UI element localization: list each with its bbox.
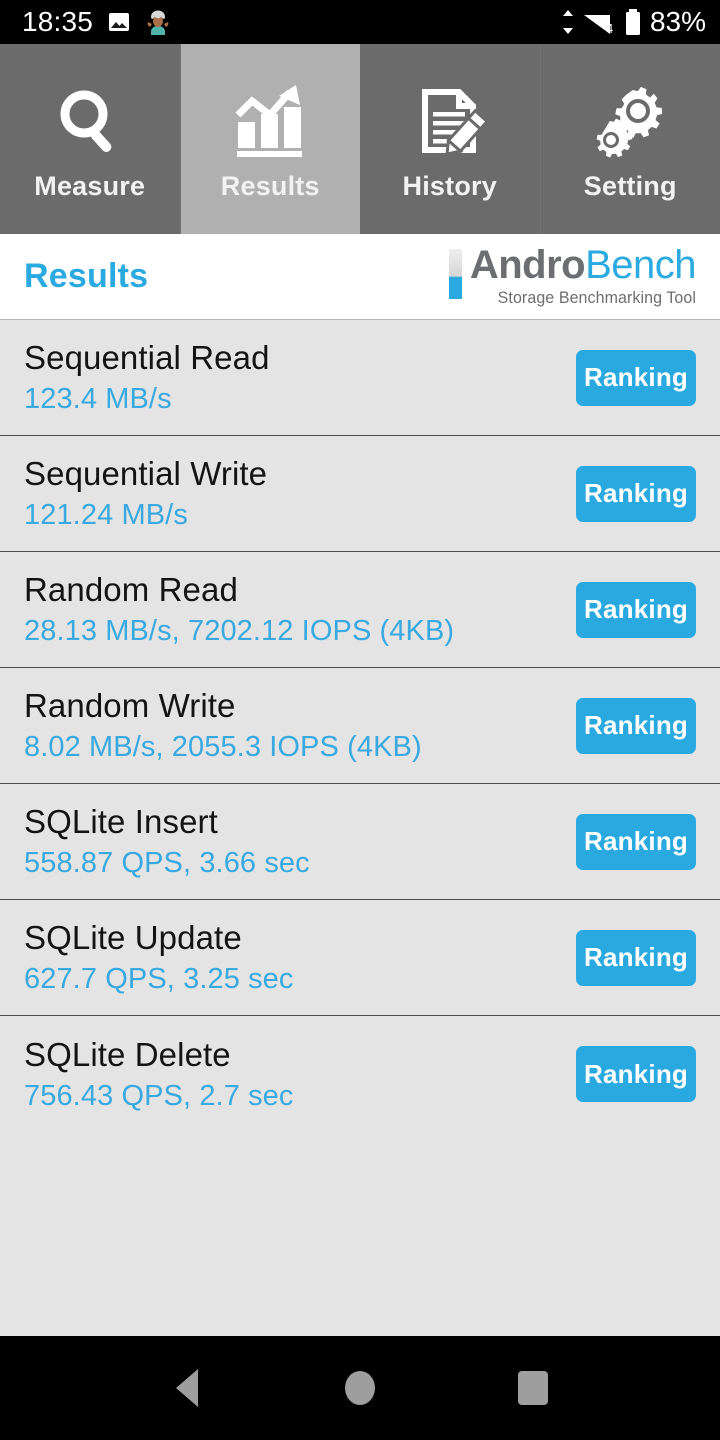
- tab-setting-label: Setting: [583, 170, 677, 201]
- result-title: Sequential Write: [24, 455, 268, 492]
- logo-tagline: Storage Benchmarking Tool: [497, 288, 696, 307]
- row-texts: Sequential Write 121.24 MB/s: [24, 455, 267, 532]
- row-texts: SQLite Update 627.7 QPS, 3.25 sec: [24, 919, 294, 996]
- tab-bar: Measure Results History Setting: [0, 44, 720, 234]
- row-texts: Random Write 8.02 MB/s, 2055.3 IOPS (4KB…: [24, 687, 422, 764]
- logo-accent-bar: [448, 249, 462, 299]
- image-icon: [107, 10, 131, 34]
- table-row[interactable]: SQLite Delete 756.43 QPS, 2.7 sec Rankin…: [0, 1016, 720, 1132]
- phone-screen: 18:35 4 83% Measure Results History Sett…: [0, 0, 720, 1440]
- row-texts: Sequential Read 123.4 MB/s: [24, 339, 270, 416]
- bar-chart-arrow-icon: [230, 77, 310, 165]
- androbench-logo: AndroBench Storage Benchmarking Tool: [448, 243, 697, 308]
- result-title: SQLite Delete: [24, 1035, 231, 1073]
- ranking-button[interactable]: Ranking: [576, 697, 696, 754]
- logo-wordmark: AndroBench: [469, 243, 697, 287]
- result-value: 627.7 QPS, 3.25 sec: [24, 963, 294, 995]
- android-nav-bar: [0, 1336, 720, 1440]
- ranking-button[interactable]: Ranking: [576, 349, 696, 406]
- home-icon[interactable]: [320, 1348, 400, 1428]
- result-value: 756.43 QPS, 2.7 sec: [24, 1079, 294, 1112]
- row-texts: Random Read 28.13 MB/s, 7202.12 IOPS (4K…: [24, 571, 454, 648]
- tab-setting[interactable]: Setting: [540, 44, 720, 234]
- logo-secondary: Bench: [585, 243, 696, 287]
- signal-wifi-4-icon: 4: [583, 9, 617, 35]
- row-texts: SQLite Insert 558.87 QPS, 3.66 sec: [24, 803, 310, 880]
- status-clock: 18:35: [22, 6, 94, 37]
- table-row[interactable]: SQLite Insert 558.87 QPS, 3.66 sec Ranki…: [0, 784, 720, 900]
- ranking-button[interactable]: Ranking: [576, 929, 696, 986]
- table-row[interactable]: SQLite Update 627.7 QPS, 3.25 sec Rankin…: [0, 900, 720, 1016]
- ranking-button[interactable]: Ranking: [576, 581, 696, 638]
- ranking-button[interactable]: Ranking: [576, 1046, 696, 1102]
- tab-measure-label: Measure: [34, 170, 146, 201]
- ranking-button[interactable]: Ranking: [576, 813, 696, 870]
- document-pencil-icon: [411, 77, 489, 165]
- result-title: Random Write: [24, 687, 236, 724]
- result-value: 8.02 MB/s, 2055.3 IOPS (4KB): [24, 731, 422, 763]
- logo-text: AndroBench Storage Benchmarking Tool: [469, 243, 697, 308]
- page-header: Results AndroBench Storage Benchmarking …: [0, 234, 720, 320]
- tab-results-label: Results: [220, 170, 320, 201]
- status-bar-left: 18:35: [22, 6, 171, 38]
- page-title: Results: [24, 257, 149, 295]
- ranking-button[interactable]: Ranking: [576, 465, 696, 522]
- signal-level-label: 4: [606, 21, 613, 35]
- row-texts: SQLite Delete 756.43 QPS, 2.7 sec: [24, 1036, 294, 1113]
- table-row[interactable]: Random Write 8.02 MB/s, 2055.3 IOPS (4KB…: [0, 668, 720, 784]
- magnifier-icon: [52, 77, 128, 165]
- result-value: 121.24 MB/s: [24, 499, 188, 531]
- back-icon[interactable]: [147, 1348, 227, 1428]
- battery-percent-label: 83%: [649, 6, 706, 37]
- logo-primary: Andro: [469, 243, 586, 287]
- result-title: Random Read: [24, 571, 238, 608]
- tab-history[interactable]: History: [360, 44, 541, 234]
- status-bar-right: 4 83%: [560, 6, 706, 38]
- table-row[interactable]: Sequential Write 121.24 MB/s Ranking: [0, 436, 720, 552]
- tab-history-label: History: [402, 170, 497, 201]
- result-value: 558.87 QPS, 3.66 sec: [24, 847, 310, 879]
- status-bar: 18:35 4 83%: [0, 0, 720, 44]
- result-title: Sequential Read: [24, 339, 270, 376]
- result-value: 28.13 MB/s, 7202.12 IOPS (4KB): [24, 615, 455, 647]
- battery-icon: [624, 8, 642, 36]
- gears-icon: [590, 77, 670, 165]
- result-title: SQLite Insert: [24, 803, 218, 840]
- tab-results[interactable]: Results: [180, 44, 360, 234]
- data-transfer-icon: [560, 9, 576, 35]
- recents-icon[interactable]: [493, 1348, 573, 1428]
- results-list: Sequential Read 123.4 MB/s Ranking Seque…: [0, 320, 720, 1336]
- emoji-notification-icon: [145, 9, 171, 35]
- table-row[interactable]: Sequential Read 123.4 MB/s Ranking: [0, 320, 720, 436]
- table-row[interactable]: Random Read 28.13 MB/s, 7202.12 IOPS (4K…: [0, 552, 720, 668]
- result-value: 123.4 MB/s: [24, 383, 172, 415]
- tab-measure[interactable]: Measure: [0, 44, 181, 234]
- result-title: SQLite Update: [24, 919, 242, 956]
